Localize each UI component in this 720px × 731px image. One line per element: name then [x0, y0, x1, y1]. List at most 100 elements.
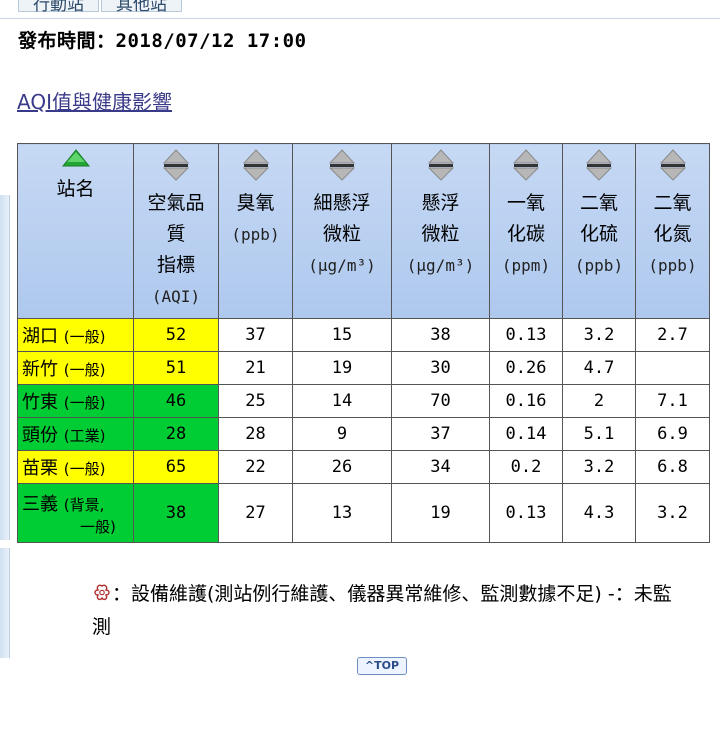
tab-bar-border	[0, 18, 720, 19]
column-header-label: 二氧	[579, 192, 618, 214]
so2-cell: 2	[562, 384, 636, 418]
no2-cell: 7.1	[635, 384, 710, 418]
column-header-7[interactable]: 二氧 化氮 (ppb)	[635, 143, 710, 319]
column-header-label: 質	[166, 223, 186, 245]
pm10-cell: 30	[391, 351, 490, 385]
sort-icon[interactable]	[426, 148, 456, 182]
aqi-cell: 28	[133, 417, 219, 451]
site-name-cell[interactable]: 三義 (背景, 一般)	[17, 483, 134, 543]
site-type: (一般)	[63, 460, 106, 478]
site-type-cont: 一般)	[80, 517, 116, 536]
so2-cell: 4.7	[562, 351, 636, 385]
no2-cell	[635, 351, 710, 385]
pm10-cell: 19	[391, 483, 490, 543]
pm25-cell: 19	[292, 351, 392, 385]
pm10-cell: 34	[391, 450, 490, 484]
no2-cell: 3.2	[635, 483, 710, 543]
column-header-label: 化碳	[506, 223, 545, 245]
column-header-label: 化硫	[579, 223, 618, 245]
column-header-5[interactable]: 一氧化碳 (ppm)	[489, 143, 563, 319]
site-name-cell[interactable]: 竹東 (一般)	[17, 384, 134, 418]
sort-icon[interactable]	[327, 148, 357, 182]
site-name-cell[interactable]: 頭份 (工業)	[17, 417, 134, 451]
table-row: 新竹 (一般) 51 21 19 30 0.26 4.7	[17, 351, 710, 385]
sort-icon[interactable]	[584, 148, 614, 182]
pm25-cell: 13	[292, 483, 392, 543]
column-header-3[interactable]: 細懸浮 微粒 (μg/m³)	[292, 143, 392, 319]
site-name-cell[interactable]: 新竹 (一般)	[17, 351, 134, 385]
column-header-label: 臭氧	[236, 192, 275, 214]
column-header-label: 懸浮	[421, 192, 460, 214]
o3-cell: 21	[218, 351, 293, 385]
column-header-label: 一氧	[506, 192, 545, 214]
column-header-unit: (AQI)	[151, 287, 201, 306]
pm25-cell: 9	[292, 417, 392, 451]
o3-cell: 22	[218, 450, 293, 484]
column-header-0[interactable]: 站名	[17, 143, 134, 319]
no2-cell: 6.9	[635, 417, 710, 451]
aqi-table: 站名 空氣品質指標 (AQI) 臭氧 (ppb) 細懸浮 微粒 (μg/m³) 懸浮 微粒 (μg/…	[17, 143, 710, 543]
tab-other-station[interactable]: 其他站	[101, 0, 182, 15]
column-header-label: 空氣品	[147, 192, 205, 214]
co-cell: 0.2	[489, 450, 563, 484]
publish-time: 發布時間：2018/07/12 17:00	[18, 26, 307, 53]
pm25-cell: 26	[292, 450, 392, 484]
aqi-cell: 51	[133, 351, 219, 385]
site-name-cell[interactable]: 湖口 (一般)	[17, 318, 134, 352]
tab-bar: 行動站 其他站	[18, 0, 184, 18]
back-to-top-button[interactable]: ^TOP	[357, 657, 407, 675]
co-cell: 0.26	[489, 351, 563, 385]
legend-text: ：設備維護(測站例行維護、儀器異常維修、監測數據不足) -：未監測	[92, 583, 672, 638]
table-body: 湖口 (一般) 52 37 15 38 0.13 3.2 2.7 新竹 (一般) 51 21 19 30…	[17, 318, 710, 543]
co-cell: 0.14	[489, 417, 563, 451]
left-frame-edge	[0, 195, 10, 540]
column-header-unit: (ppm)	[501, 256, 551, 275]
co-cell: 0.16	[489, 384, 563, 418]
site-type: (一般)	[63, 394, 106, 412]
column-header-label: 微粒	[322, 223, 361, 245]
sort-icon[interactable]	[511, 148, 541, 182]
aqi-health-link[interactable]: AQI值與健康影響	[17, 86, 172, 115]
site-name: 苗栗	[22, 458, 58, 479]
so2-cell: 4.3	[562, 483, 636, 543]
sort-icon[interactable]	[241, 148, 271, 182]
sort-icon[interactable]	[161, 148, 191, 182]
column-header-4[interactable]: 懸浮 微粒 (μg/m³)	[391, 143, 490, 319]
tab-mobile-station[interactable]: 行動站	[18, 0, 99, 15]
site-type: (一般)	[63, 328, 106, 346]
aqi-cell: 65	[133, 450, 219, 484]
publish-label: 發布時間：	[18, 30, 116, 52]
o3-cell: 25	[218, 384, 293, 418]
pm25-cell: 14	[292, 384, 392, 418]
column-header-label: 站名	[56, 178, 95, 200]
aqi-cell: 52	[133, 318, 219, 352]
table-row: 苗栗 (一般) 65 22 26 34 0.2 3.2 6.8	[17, 450, 710, 484]
aqi-cell: 38	[133, 483, 219, 543]
column-header-2[interactable]: 臭氧 (ppb)	[218, 143, 293, 319]
so2-cell: 3.2	[562, 318, 636, 352]
site-type: (背景,	[63, 495, 105, 514]
legend: ：設備維護(測站例行維護、儀器異常維修、監測數據不足) -：未監測	[92, 578, 682, 644]
column-header-label: 指標	[156, 254, 195, 276]
sort-icon[interactable]	[658, 148, 688, 182]
co-cell: 0.13	[489, 318, 563, 352]
no2-cell: 6.8	[635, 450, 710, 484]
site-name: 湖口	[22, 326, 58, 347]
so2-cell: 5.1	[562, 417, 636, 451]
table-row: 竹東 (一般) 46 25 14 70 0.16 2 7.1	[17, 384, 710, 418]
table-row: 湖口 (一般) 52 37 15 38 0.13 3.2 2.7	[17, 318, 710, 352]
column-header-1[interactable]: 空氣品質指標 (AQI)	[133, 143, 219, 319]
sort-asc-active-icon[interactable]	[61, 148, 91, 168]
pm10-cell: 70	[391, 384, 490, 418]
column-header-unit: (ppb)	[574, 256, 624, 275]
site-name: 頭份	[22, 425, 58, 446]
site-name: 竹東	[22, 392, 58, 413]
publish-value: 2018/07/12 17:00	[115, 30, 307, 52]
o3-cell: 37	[218, 318, 293, 352]
column-header-unit: (ppb)	[648, 256, 697, 275]
pm25-cell: 15	[292, 318, 392, 352]
column-header-6[interactable]: 二氧化硫 (ppb)	[562, 143, 636, 319]
column-header-label: 化氮	[653, 223, 692, 245]
site-name-cell[interactable]: 苗栗 (一般)	[17, 450, 134, 484]
table-row: 三義 (背景, 一般) 38 27 13 19 0.13 4.3 3.2	[17, 483, 710, 543]
